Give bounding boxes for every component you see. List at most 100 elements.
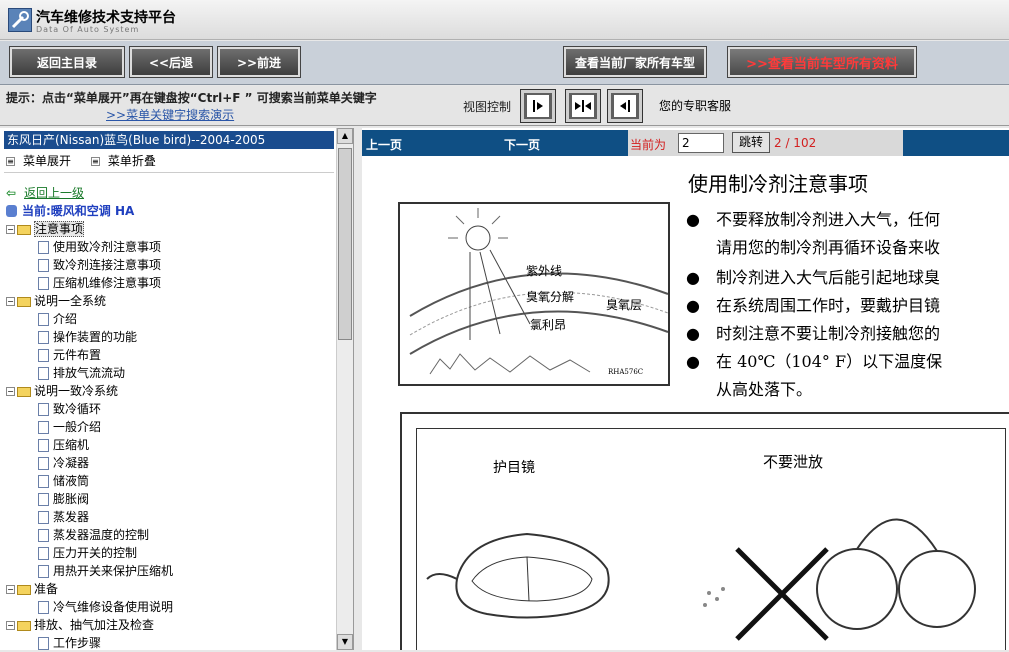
expand-right-button[interactable] — [520, 89, 556, 123]
folder-icon — [17, 584, 31, 595]
tree-doc[interactable]: 致冷循环 — [6, 400, 336, 418]
current-section: 当前:暖风和空调 HA — [6, 202, 336, 220]
document-icon — [38, 277, 49, 290]
tree-folder[interactable]: − 准备 — [6, 580, 336, 598]
tree-label: 排放气流流动 — [53, 366, 126, 380]
collapse-toggle-icon[interactable]: − — [6, 297, 15, 306]
goggles-illustration — [426, 518, 976, 641]
folder-icon — [17, 386, 31, 397]
all-data-button[interactable]: >>查看当前车型所有资料 — [727, 46, 917, 78]
document-icon — [38, 475, 49, 488]
divider — [4, 172, 334, 173]
collapse-toggle-icon[interactable]: − — [6, 585, 15, 594]
page-jump: 当前为 2 跳转 2 / 102 — [628, 130, 903, 156]
document-icon — [38, 565, 49, 578]
bullet-text: 在 40℃（104° F）以下温度保 — [716, 352, 943, 371]
bullet-text: 从高处落下。 — [716, 380, 813, 399]
collapse-toggle-icon[interactable]: − — [6, 621, 15, 630]
document-icon — [38, 529, 49, 542]
tree-doc[interactable]: 膨胀阀 — [6, 490, 336, 508]
back-up-link[interactable]: ⇦ 返回上一级 — [6, 184, 336, 202]
forward-button[interactable]: >>前进 — [217, 46, 301, 78]
document-icon — [38, 331, 49, 344]
tree-label: 介绍 — [53, 312, 78, 326]
document-icon — [38, 511, 49, 524]
tree-doc[interactable]: 用热开关来保护压缩机 — [6, 562, 336, 580]
bullet-text: 制冷剂进入大气后能引起地球臭 — [716, 268, 941, 287]
menu-collapse-button[interactable]: ≡ 菜单折叠 — [90, 154, 164, 168]
tree-doc[interactable]: 排放气流流动 — [6, 364, 336, 382]
tree-label: 压缩机维修注意事项 — [53, 276, 162, 290]
prev-page-link[interactable]: 上一页 — [366, 136, 402, 153]
back-button[interactable]: <<后退 — [129, 46, 213, 78]
page-input[interactable]: 2 — [678, 133, 724, 153]
tree-doc[interactable]: 元件布置 — [6, 346, 336, 364]
fig-code: RHA576C — [608, 368, 644, 376]
content-panel: 上一页 下一页 当前为 2 跳转 2 / 102 使用制冷剂注意事项 ● 不要释放… — [362, 128, 1009, 650]
bullet-text: 不要释放制冷剂进入大气，任何 — [716, 210, 941, 229]
menu-expand-button[interactable]: ≡ 菜单展开 — [6, 154, 79, 168]
tree-doc[interactable]: 蒸发器温度的控制 — [6, 526, 336, 544]
tree-label: 说明一致冷系统 — [34, 384, 119, 398]
scrollbar[interactable]: ▲ ▼ — [336, 128, 353, 650]
tree-doc[interactable]: 蒸发器 — [6, 508, 336, 526]
tree-doc[interactable]: 压缩机维修注意事项 — [6, 274, 336, 292]
fig-label: 紫外线 — [526, 264, 563, 278]
fig-label: 氯利昂 — [530, 318, 567, 332]
document-icon — [38, 403, 49, 416]
document-icon — [38, 493, 49, 506]
scroll-up-icon[interactable]: ▲ — [337, 128, 353, 144]
tree-label: 使用致冷剂注意事项 — [53, 240, 162, 254]
bullet-item: ● 在 40℃（104° F）以下温度保 — [686, 348, 942, 372]
tree-folder[interactable]: − 注意事项 — [6, 220, 336, 238]
tree-folder[interactable]: − 说明一致冷系统 — [6, 382, 336, 400]
tree-doc[interactable]: 冷气维修设备使用说明 — [6, 598, 336, 616]
expand-left-button[interactable] — [607, 89, 643, 123]
bullet-icon: ● — [686, 296, 700, 315]
arrow-right-icon — [527, 95, 549, 117]
document-title: 使用制冷剂注意事项 — [688, 172, 868, 196]
tree-doc[interactable]: 压缩机 — [6, 436, 336, 454]
bullet-text: 时刻注意不要让制冷剂接触您的 — [716, 324, 941, 343]
bullet-item: ● 在系统周围工作时，要戴护目镜 — [686, 292, 940, 316]
tree-doc[interactable]: 工作步骤 — [6, 634, 336, 652]
home-button[interactable]: 返回主目录 — [9, 46, 125, 78]
tree-label: 用热开关来保护压缩机 — [53, 564, 174, 578]
menu-icon: ≡ — [90, 157, 100, 166]
tree-doc[interactable]: 操作装置的功能 — [6, 328, 336, 346]
car-model-bar: 东风日产(Nissan)蓝鸟(Blue bird)--2004-2005 — [4, 131, 334, 149]
bullet-text: 在系统周围工作时，要戴护目镜 — [716, 296, 941, 315]
tree-label: 储液筒 — [53, 474, 90, 488]
tree-label: 一般介绍 — [53, 420, 102, 434]
next-page-link[interactable]: 下一页 — [504, 136, 540, 153]
document-icon — [38, 349, 49, 362]
tree-doc[interactable]: 冷凝器 — [6, 454, 336, 472]
scroll-thumb[interactable] — [338, 148, 352, 340]
tree-doc[interactable]: 介绍 — [6, 310, 336, 328]
tree-doc[interactable]: 压力开关的控制 — [6, 544, 336, 562]
folder-icon — [17, 620, 31, 631]
scroll-down-icon[interactable]: ▼ — [337, 634, 353, 650]
database-icon — [6, 205, 17, 217]
all-models-button[interactable]: 查看当前厂家所有车型 — [563, 46, 707, 78]
search-demo-link[interactable]: >>菜单关键字搜索演示 — [106, 106, 234, 123]
document-icon — [38, 421, 49, 434]
collapse-toggle-icon[interactable]: − — [6, 225, 15, 234]
menu-icon: ≡ — [6, 157, 15, 166]
collapse-toggle-icon[interactable]: − — [6, 387, 15, 396]
folder-icon — [17, 224, 31, 235]
tree-label: 说明一全系统 — [34, 294, 107, 308]
fig-label: 臭氧分解 — [526, 290, 575, 304]
split-view-button[interactable] — [565, 89, 601, 123]
tree-folder[interactable]: − 排放、抽气加注及检查 — [6, 616, 336, 634]
tree-folder[interactable]: − 说明一全系统 — [6, 292, 336, 310]
go-button[interactable]: 跳转 — [732, 132, 770, 153]
tree-doc[interactable]: 储液筒 — [6, 472, 336, 490]
page-nav-bar: 上一页 下一页 当前为 2 跳转 2 / 102 — [362, 130, 1009, 156]
tree-doc[interactable]: 一般介绍 — [6, 418, 336, 436]
tree-label: 冷凝器 — [53, 456, 90, 470]
tree-doc[interactable]: 致冷剂连接注意事项 — [6, 256, 336, 274]
tree-label: 蒸发器 — [53, 510, 90, 524]
tree-doc[interactable]: 使用致冷剂注意事项 — [6, 238, 336, 256]
arrow-left-icon: ⇦ — [6, 186, 17, 200]
